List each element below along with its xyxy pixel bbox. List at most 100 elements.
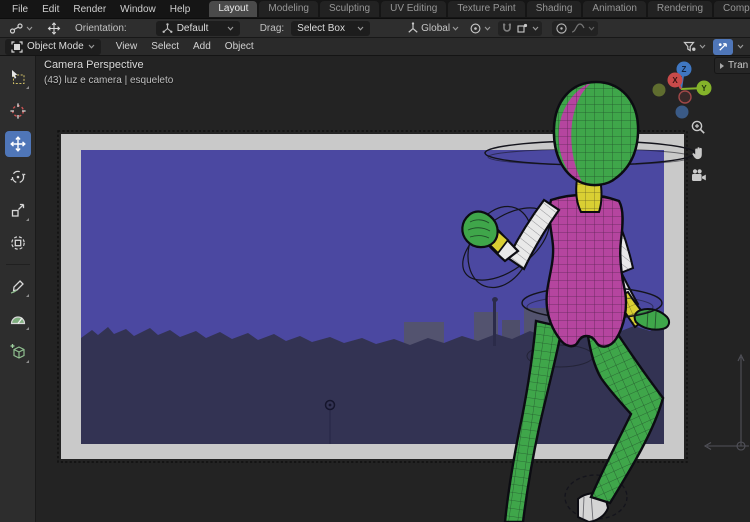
- sidebar-tab-label: Tran: [728, 60, 748, 71]
- snapping-group: [498, 21, 542, 36]
- drag-label: Drag:: [260, 23, 284, 34]
- gizmo-toggle-button[interactable]: [713, 39, 733, 55]
- camera-icon: [690, 168, 707, 183]
- menu-object[interactable]: Object: [218, 41, 261, 52]
- chevron-down-icon: [88, 44, 95, 49]
- active-tool-dropdown[interactable]: [6, 21, 36, 36]
- active-tool-icon: [9, 22, 24, 35]
- tab-compositing[interactable]: Compositing: [714, 1, 750, 17]
- tool-rotate[interactable]: [5, 164, 31, 190]
- tab-uv-editing[interactable]: UV Editing: [381, 1, 446, 17]
- tool-shelf: [0, 56, 36, 522]
- torso: [547, 195, 626, 347]
- menu-edit[interactable]: Edit: [35, 4, 66, 15]
- chevron-down-icon[interactable]: [588, 26, 595, 31]
- chevron-down-icon: [452, 26, 459, 31]
- menu-render[interactable]: Render: [66, 4, 113, 15]
- orientation-value: Default: [177, 23, 223, 34]
- tab-shading[interactable]: Shading: [527, 1, 582, 17]
- snap-with-icon[interactable]: [516, 22, 529, 35]
- header-right-cluster: [680, 39, 750, 55]
- menu-view[interactable]: View: [109, 41, 145, 52]
- tab-animation[interactable]: Animation: [583, 1, 645, 17]
- viewport-overlay-text: Camera Perspective (43) luz e camera | e…: [44, 58, 173, 88]
- tool-box-select[interactable]: [5, 65, 31, 91]
- tool-settings-bar: Orientation: Default Drag: Select Box Gl…: [0, 18, 750, 37]
- scale-icon: [9, 201, 27, 219]
- empty-axes-marker[interactable]: [705, 355, 749, 450]
- tool-transform[interactable]: [5, 230, 31, 256]
- axis-neg-y-ball[interactable]: [653, 84, 666, 97]
- tab-texture-paint[interactable]: Texture Paint: [448, 1, 524, 17]
- viewport-canvas[interactable]: [36, 56, 750, 522]
- navigation-gizmo[interactable]: Z X Y: [645, 56, 725, 128]
- topbar: File Edit Render Window Help Layout Mode…: [0, 0, 750, 18]
- cursor-icon: [9, 102, 27, 120]
- mode-dropdown[interactable]: Object Mode: [5, 39, 101, 55]
- blender-window: { "topbar": { "menus": ["File", "Edit", …: [0, 0, 750, 522]
- chevron-down-icon[interactable]: [737, 44, 744, 49]
- tool-move[interactable]: [5, 131, 31, 157]
- menu-add[interactable]: Add: [186, 41, 218, 52]
- chevron-down-icon: [699, 44, 706, 49]
- head: [554, 82, 638, 185]
- rotate-icon: [9, 168, 27, 186]
- tool-annotate[interactable]: [5, 273, 31, 299]
- transform-space-dropdown[interactable]: Global: [404, 21, 462, 35]
- tool-measure[interactable]: [5, 306, 31, 332]
- proportional-edit-icon[interactable]: [555, 22, 568, 35]
- measure-protractor-icon: [9, 310, 27, 328]
- axis-x-label: X: [672, 76, 678, 85]
- tool-shelf-separator: [6, 264, 30, 265]
- global-axes-icon: [407, 22, 419, 34]
- camera-view-button[interactable]: [689, 166, 707, 184]
- tab-layout[interactable]: Layout: [209, 1, 257, 17]
- arrow-right-icon: [719, 62, 725, 70]
- orientation-label: Orientation:: [75, 23, 127, 34]
- zoom-button[interactable]: [689, 118, 707, 136]
- tab-rendering[interactable]: Rendering: [648, 1, 712, 17]
- collection-label: (43) luz e camera | esqueleto: [44, 73, 173, 88]
- pivot-point-dropdown[interactable]: [466, 21, 494, 36]
- sidebar-tab-transform[interactable]: Tran: [714, 57, 750, 74]
- menu-file[interactable]: File: [5, 4, 35, 15]
- view-label: Camera Perspective: [44, 58, 173, 73]
- move-tool-icon: [46, 21, 62, 36]
- add-cube-icon: [9, 343, 27, 361]
- drag-value: Select Box: [297, 23, 353, 34]
- workspace-tabs: Layout Modeling Sculpting UV Editing Tex…: [209, 0, 750, 18]
- chevron-down-icon: [484, 26, 491, 31]
- orientation-dropdown[interactable]: Default: [156, 21, 240, 36]
- axis-neg-x-ball[interactable]: [679, 91, 691, 103]
- menu-select[interactable]: Select: [144, 41, 186, 52]
- snap-magnet-icon[interactable]: [501, 22, 513, 35]
- tool-add-cube[interactable]: [5, 339, 31, 365]
- annotate-pen-icon: [9, 277, 27, 295]
- zoom-magnifier-icon: [690, 119, 706, 135]
- pan-button[interactable]: [689, 144, 707, 162]
- viewport-header: Object Mode View Select Add Object: [0, 37, 750, 56]
- chevron-down-icon: [26, 26, 33, 31]
- box-select-icon: [9, 69, 27, 87]
- menu-help[interactable]: Help: [163, 4, 198, 15]
- pivot-point-icon: [469, 22, 482, 35]
- filter-visibility-dropdown[interactable]: [680, 40, 709, 54]
- object-mode-icon: [11, 41, 23, 53]
- tab-modeling[interactable]: Modeling: [259, 1, 318, 17]
- tool-cursor[interactable]: [5, 98, 31, 124]
- chevron-down-icon: [227, 26, 234, 31]
- axis-z-label: Z: [682, 65, 687, 74]
- menu-window[interactable]: Window: [113, 4, 163, 15]
- filter-funnel-eye-icon: [683, 41, 697, 53]
- chevron-down-icon: [357, 26, 364, 31]
- tool-scale[interactable]: [5, 197, 31, 223]
- orientation-icon: [162, 23, 173, 34]
- transform-icon: [9, 234, 27, 252]
- axis-neg-z-ball[interactable]: [676, 106, 689, 119]
- hand-icon: [690, 145, 706, 161]
- falloff-curve-icon[interactable]: [571, 22, 585, 34]
- tab-sculpting[interactable]: Sculpting: [320, 1, 379, 17]
- drag-dropdown[interactable]: Select Box: [291, 21, 370, 36]
- proportional-edit-group: [552, 21, 598, 36]
- chevron-down-icon[interactable]: [532, 26, 539, 31]
